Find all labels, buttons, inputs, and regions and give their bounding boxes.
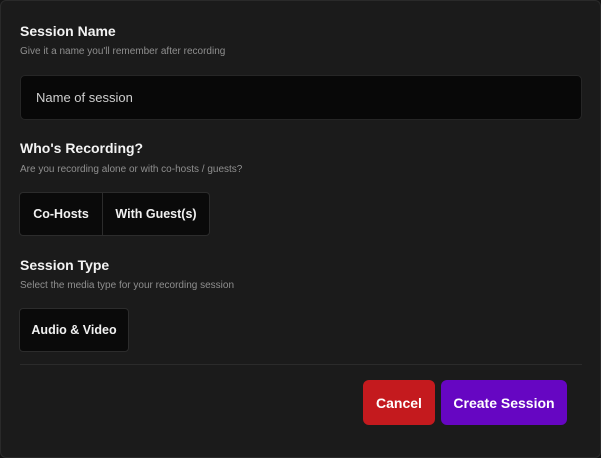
- recording-hint: Are you recording alone or with co-hosts…: [20, 164, 243, 175]
- session-name-heading: Session Name: [20, 23, 116, 39]
- option-audio-video[interactable]: Audio & Video: [20, 309, 128, 351]
- footer-divider: [20, 364, 582, 365]
- recording-heading: Who's Recording?: [20, 140, 144, 156]
- session-type-heading: Session Type: [20, 257, 110, 273]
- option-co-hosts[interactable]: Co-Hosts: [20, 193, 102, 235]
- recording-mode-selector: Co-Hosts With Guest(s): [19, 192, 210, 236]
- create-session-button[interactable]: Create Session: [441, 380, 567, 425]
- session-type-hint: Select the media type for your recording…: [20, 280, 234, 291]
- session-name-input[interactable]: [20, 75, 582, 120]
- cancel-button[interactable]: Cancel: [363, 380, 435, 425]
- session-name-hint: Give it a name you'll remember after rec…: [20, 46, 226, 57]
- option-with-guests[interactable]: With Guest(s): [102, 193, 209, 235]
- session-type-selector: Audio & Video: [19, 308, 129, 352]
- create-session-dialog: Session Name Give it a name you'll remem…: [0, 0, 601, 458]
